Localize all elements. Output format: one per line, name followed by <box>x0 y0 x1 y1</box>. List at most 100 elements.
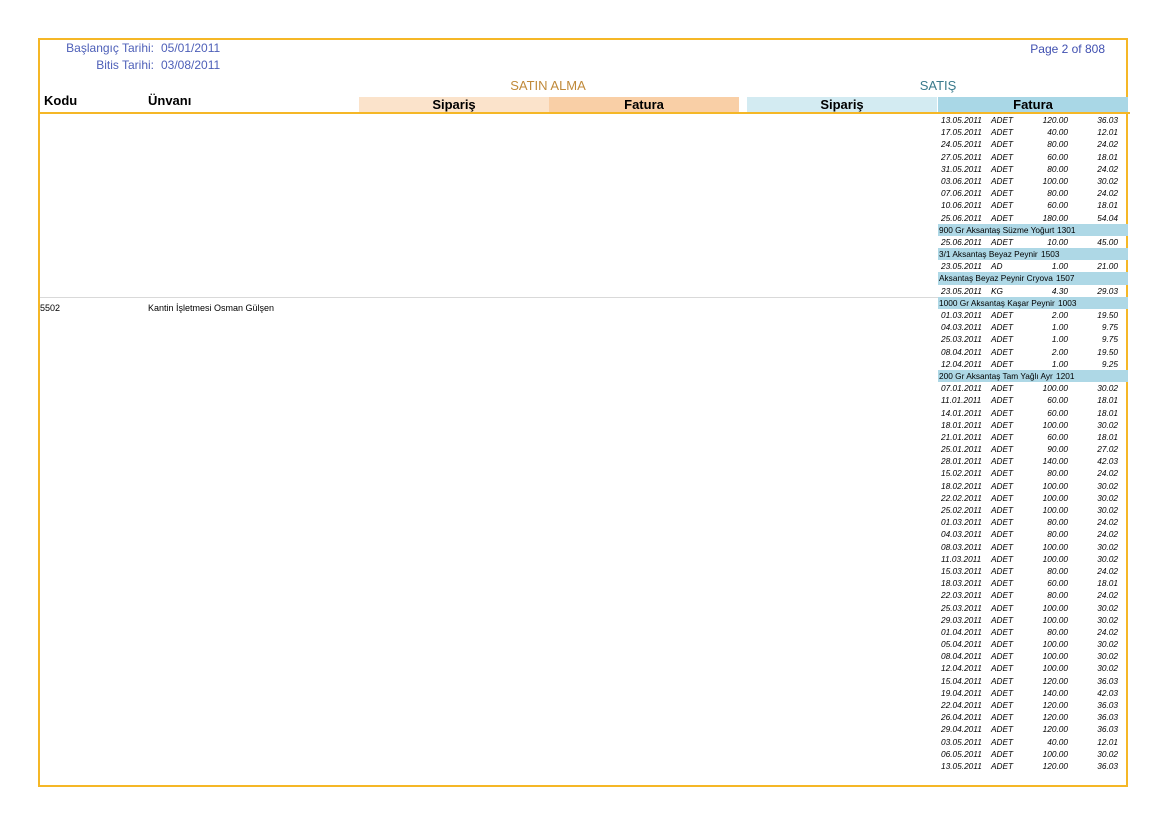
invoice-quantity: 10.00 <box>1047 236 1068 247</box>
invoice-amount: 30.02 <box>1097 614 1118 625</box>
invoice-unit: ADET <box>991 431 1014 442</box>
invoice-date: 13.05.2011 <box>941 115 982 125</box>
invoice-quantity: 80.00 <box>1047 590 1068 601</box>
invoice-amount: 12.01 <box>1097 736 1118 747</box>
invoice-line: 25.06.2011 ADET 180.00 54.04 <box>938 212 1128 224</box>
invoice-date: 27.05.2011 <box>941 151 982 162</box>
invoice-unit: ADET <box>991 444 1014 455</box>
invoice-unit: ADET <box>991 127 1014 138</box>
invoice-amount: 24.02 <box>1097 468 1118 479</box>
invoice-unit: ADET <box>991 407 1014 418</box>
invoice-quantity: 80.00 <box>1047 163 1068 174</box>
product-name: 3/1 Aksantaş Beyaz Peynir <box>939 249 1038 260</box>
invoice-quantity: 1.00 <box>1051 334 1068 345</box>
invoice-unit: ADET <box>991 748 1014 759</box>
invoice-quantity: 100.00 <box>1042 492 1068 503</box>
invoice-date: 24.05.2011 <box>941 139 982 150</box>
invoice-amount: 24.02 <box>1097 565 1118 576</box>
invoice-unit: ADET <box>991 760 1014 771</box>
invoice-amount: 19.50 <box>1097 310 1118 320</box>
invoice-unit: ADET <box>991 651 1014 662</box>
invoice-quantity: 1.00 <box>1051 261 1068 272</box>
invoice-line: 07.06.2011 ADET 80.00 24.02 <box>938 187 1128 199</box>
invoice-date: 01.03.2011 <box>941 517 982 528</box>
invoice-line: 28.01.2011 ADET 140.00 42.03 <box>938 455 1128 467</box>
column-title-header: Ünvanı <box>148 93 192 108</box>
invoice-amount: 36.03 <box>1097 115 1118 125</box>
invoice-amount: 42.03 <box>1097 687 1118 698</box>
invoice-quantity: 100.00 <box>1042 663 1068 674</box>
invoice-line: 03.05.2011 ADET 40.00 12.01 <box>938 736 1128 748</box>
invoice-amount: 12.01 <box>1097 127 1118 138</box>
invoice-amount: 24.02 <box>1097 529 1118 540</box>
invoice-unit: ADET <box>991 322 1014 333</box>
invoice-unit: ADET <box>991 626 1014 637</box>
product-row: 200 Gr Aksantaş Tam Yağlı Ayr 1201 <box>938 369 1128 383</box>
invoice-date: 26.04.2011 <box>941 712 982 723</box>
invoice-line: 11.01.2011 ADET 60.00 18.01 <box>938 394 1128 406</box>
invoice-line: 05.04.2011 ADET 100.00 30.02 <box>938 638 1128 650</box>
invoice-unit: ADET <box>991 639 1014 650</box>
invoice-amount: 30.02 <box>1097 639 1118 650</box>
invoice-unit: ADET <box>991 200 1014 211</box>
invoice-line: 07.01.2011 ADET 100.00 30.02 <box>938 382 1128 394</box>
invoice-line: 27.05.2011 ADET 60.00 18.01 <box>938 151 1128 163</box>
product-code: 1507 <box>1056 273 1075 284</box>
invoice-amount: 18.01 <box>1097 151 1118 162</box>
invoice-amount: 24.02 <box>1097 139 1118 150</box>
invoice-quantity: 1.00 <box>1051 322 1068 333</box>
invoice-date: 08.03.2011 <box>941 541 982 552</box>
purchase-order-header: Sipariş <box>359 97 549 112</box>
invoice-amount: 54.04 <box>1097 212 1118 223</box>
product-code: 1003 <box>1058 297 1077 308</box>
invoice-date: 12.04.2011 <box>941 358 982 369</box>
invoice-unit: ADET <box>991 529 1014 540</box>
invoice-date: 29.04.2011 <box>941 724 982 735</box>
invoice-line: 13.05.2011 ADET 120.00 36.03 <box>938 114 1128 126</box>
invoice-unit: AD <box>991 261 1003 272</box>
page-number: Page 2 of 808 <box>1030 42 1105 56</box>
product-name: 1000 Gr Aksantaş Kaşar Peynir <box>939 297 1055 308</box>
invoice-line: 15.02.2011 ADET 80.00 24.02 <box>938 467 1128 479</box>
invoice-line: 22.02.2011 ADET 100.00 30.02 <box>938 492 1128 504</box>
invoice-amount: 24.02 <box>1097 517 1118 528</box>
invoice-quantity: 80.00 <box>1047 188 1068 199</box>
invoice-date: 03.05.2011 <box>941 736 982 747</box>
invoice-quantity: 120.00 <box>1042 760 1068 771</box>
invoice-line: 08.03.2011 ADET 100.00 30.02 <box>938 541 1128 553</box>
invoice-date: 31.05.2011 <box>941 163 982 174</box>
invoice-date: 04.03.2011 <box>941 529 982 540</box>
product-code: 1301 <box>1057 224 1076 235</box>
invoice-line: 29.03.2011 ADET 100.00 30.02 <box>938 614 1128 626</box>
invoice-quantity: 140.00 <box>1042 456 1068 467</box>
purchase-invoice-header: Fatura <box>549 97 739 112</box>
invoice-amount: 9.25 <box>1101 358 1118 369</box>
invoice-line: 22.04.2011 ADET 120.00 36.03 <box>938 699 1128 711</box>
invoice-date: 17.05.2011 <box>941 127 982 138</box>
invoice-line: 17.05.2011 ADET 40.00 12.01 <box>938 126 1128 138</box>
invoice-amount: 36.03 <box>1097 712 1118 723</box>
invoice-unit: ADET <box>991 456 1014 467</box>
invoice-amount: 30.02 <box>1097 419 1118 430</box>
end-date-value: 03/08/2011 <box>161 58 221 72</box>
invoice-line: 23.05.2011 AD 1.00 21.00 <box>938 260 1128 272</box>
invoice-date: 14.01.2011 <box>941 407 982 418</box>
invoice-date: 25.06.2011 <box>941 236 982 247</box>
invoice-date: 25.03.2011 <box>941 602 982 613</box>
invoice-unit: ADET <box>991 383 1014 394</box>
invoice-unit: ADET <box>991 565 1014 576</box>
invoice-unit: ADET <box>991 492 1014 503</box>
invoice-unit: ADET <box>991 139 1014 150</box>
invoice-date: 15.04.2011 <box>941 675 982 686</box>
invoice-date: 03.06.2011 <box>941 175 982 186</box>
invoice-amount: 18.01 <box>1097 431 1118 442</box>
invoice-date: 15.02.2011 <box>941 468 982 479</box>
invoice-line: 18.03.2011 ADET 60.00 18.01 <box>938 577 1128 589</box>
invoice-unit: ADET <box>991 236 1014 247</box>
invoice-unit: ADET <box>991 736 1014 747</box>
invoice-quantity: 80.00 <box>1047 468 1068 479</box>
invoice-unit: ADET <box>991 468 1014 479</box>
invoice-quantity: 2.00 <box>1051 310 1068 320</box>
invoice-amount: 30.02 <box>1097 480 1118 491</box>
invoice-quantity: 120.00 <box>1042 115 1068 125</box>
